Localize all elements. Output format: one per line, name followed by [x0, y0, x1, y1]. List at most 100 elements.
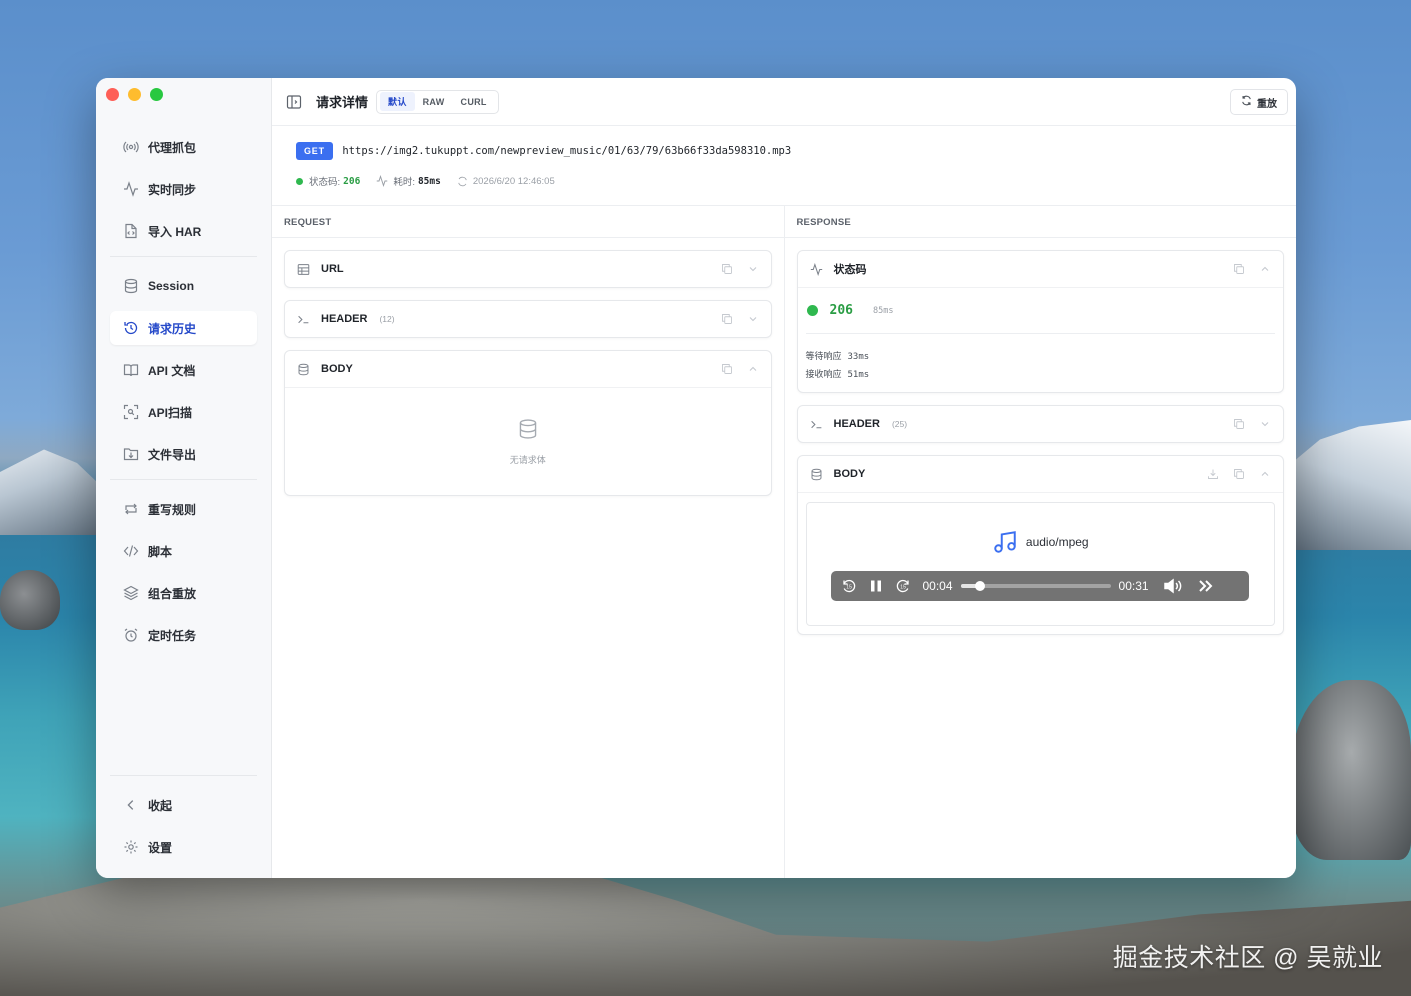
mountain-right: [1281, 420, 1411, 550]
request-response-columns: REQUEST URL HEADER (12) BODY 无请求体 RESPON…: [272, 206, 1296, 878]
url-card-header[interactable]: URL: [285, 251, 771, 287]
request-header-card-header[interactable]: HEADER (12): [285, 301, 771, 337]
card-label: BODY: [833, 468, 866, 480]
toolbar: 请求详情 默认 RAW CURL 重放: [272, 78, 1296, 126]
sidebar-item-rewrite[interactable]: 重写规则: [110, 492, 257, 526]
copy-icon[interactable]: [1233, 262, 1245, 280]
sidebar-item-label: 定时任务: [148, 628, 197, 643]
wait-value: 33ms: [847, 352, 870, 362]
pause-icon[interactable]: [869, 579, 883, 593]
request-summary: GET https://img2.tukuppt.com/newpreview_…: [272, 126, 1296, 206]
copy-icon[interactable]: [1233, 417, 1245, 435]
sidebar-item-api-scan[interactable]: API扫描: [110, 395, 257, 429]
database-icon: [517, 418, 539, 445]
clock-icon: [457, 176, 468, 187]
status-card-header[interactable]: 状态码: [798, 251, 1284, 287]
layers-icon: [122, 584, 140, 602]
replay-button[interactable]: 重放: [1230, 89, 1288, 115]
tab-raw[interactable]: RAW: [415, 94, 453, 110]
empty-body-placeholder: 无请求体: [285, 387, 771, 495]
sidebar-item-script[interactable]: 脚本: [110, 534, 257, 568]
sidebar-item-label: 请求历史: [148, 321, 197, 336]
request-url[interactable]: https://img2.tukuppt.com/newpreview_musi…: [342, 145, 791, 157]
collapse-sidebar-button[interactable]: 收起: [110, 788, 257, 822]
recv-label: 接收响应: [805, 370, 842, 380]
chevron-left-icon: [122, 796, 140, 814]
chevron-up-icon[interactable]: [747, 362, 759, 380]
activity-icon: [122, 180, 140, 198]
book-icon: [122, 361, 140, 379]
scan-icon: [122, 403, 140, 421]
sidebar-item-history[interactable]: 请求历史: [110, 311, 257, 345]
sidebar-item-label: 导入 HAR: [148, 224, 202, 239]
download-icon[interactable]: [1207, 467, 1219, 485]
sidebar-item-label: 组合重放: [148, 586, 197, 601]
svg-text:15: 15: [900, 585, 906, 591]
rewind-15-icon[interactable]: 15: [841, 578, 857, 594]
chevron-up-icon[interactable]: [1259, 262, 1271, 280]
page-title: 请求详情: [316, 95, 369, 110]
tab-default[interactable]: 默认: [380, 92, 415, 111]
sidebar-item-label: API 文档: [148, 363, 196, 378]
media-preview: audio/mpeg 15 15 00:04 00:31: [805, 502, 1275, 626]
chevron-down-icon[interactable]: [1259, 417, 1271, 435]
settings-button[interactable]: 设置: [110, 830, 257, 864]
terminal-icon: [297, 313, 313, 326]
terminal-icon: [810, 418, 826, 431]
sidebar-item-api-docs[interactable]: API 文档: [110, 353, 257, 387]
chevron-down-icon[interactable]: [747, 312, 759, 330]
sidebar-item-label: 设置: [148, 840, 173, 855]
seek-bar[interactable]: [960, 581, 1111, 591]
request-column: REQUEST URL HEADER (12) BODY 无请求体: [272, 206, 785, 878]
request-header-card: HEADER (12): [284, 300, 772, 338]
url-card: URL: [284, 250, 772, 288]
rock-foreground: [0, 860, 1411, 996]
sidebar-item-label: 文件导出: [148, 447, 197, 462]
sidebar-item-label: 脚本: [148, 544, 173, 559]
request-body-card-header[interactable]: BODY: [285, 351, 771, 387]
sidebar-item-proxy[interactable]: 代理抓包: [110, 130, 257, 164]
zoom-window-button[interactable]: [150, 88, 163, 101]
sidebar-toggle-icon[interactable]: [286, 94, 302, 110]
more-chevrons-icon[interactable]: [1197, 578, 1215, 594]
copy-icon[interactable]: [721, 262, 733, 280]
file-import-icon: [122, 222, 140, 240]
status-duration: 85ms: [872, 305, 894, 316]
seek-handle[interactable]: [975, 581, 986, 591]
database-icon: [810, 468, 826, 481]
copy-icon[interactable]: [1233, 467, 1245, 485]
close-window-button[interactable]: [106, 88, 119, 101]
sidebar-nav: 代理抓包 实时同步 导入 HAR Session 请求历史 API 文档 API…: [110, 130, 257, 660]
current-time: 00:04: [922, 579, 953, 593]
rock-right: [1291, 680, 1411, 860]
timestamp: 2026/6/20 12:46:05: [472, 175, 555, 187]
minimize-window-button[interactable]: [128, 88, 141, 101]
chevron-up-icon[interactable]: [1259, 467, 1271, 485]
status-code: 206: [343, 175, 361, 187]
sidebar-item-session[interactable]: Session: [110, 269, 257, 303]
volume-icon[interactable]: [1163, 578, 1185, 594]
divider: [110, 775, 257, 776]
tab-curl[interactable]: CURL: [453, 94, 495, 110]
radio-signal-icon: [122, 138, 140, 156]
response-header-card-header[interactable]: HEADER (25): [798, 406, 1284, 442]
mime-label: audio/mpeg: [1025, 535, 1089, 549]
database-icon: [297, 363, 313, 376]
response-body-card-header[interactable]: BODY: [798, 456, 1284, 492]
request-meta: 状态码: 206 耗时: 85ms 2026/6/20 12:46:05: [296, 174, 1296, 188]
sidebar-item-scheduled[interactable]: 定时任务: [110, 618, 257, 652]
forward-15-icon[interactable]: 15: [895, 578, 911, 594]
sidebar-item-import-har[interactable]: 导入 HAR: [110, 214, 257, 248]
gear-icon: [122, 838, 140, 856]
copy-icon[interactable]: [721, 362, 733, 380]
audio-player: 15 15 00:04 00:31: [830, 571, 1249, 601]
status-code: 206: [829, 303, 853, 318]
replay-label: 重放: [1257, 98, 1277, 110]
divider: [110, 256, 257, 257]
sidebar-item-sync[interactable]: 实时同步: [110, 172, 257, 206]
copy-icon[interactable]: [721, 312, 733, 330]
total-time: 00:31: [1118, 579, 1149, 593]
chevron-down-icon[interactable]: [747, 262, 759, 280]
sidebar-item-combo-replay[interactable]: 组合重放: [110, 576, 257, 610]
sidebar-item-file-export[interactable]: 文件导出: [110, 437, 257, 471]
